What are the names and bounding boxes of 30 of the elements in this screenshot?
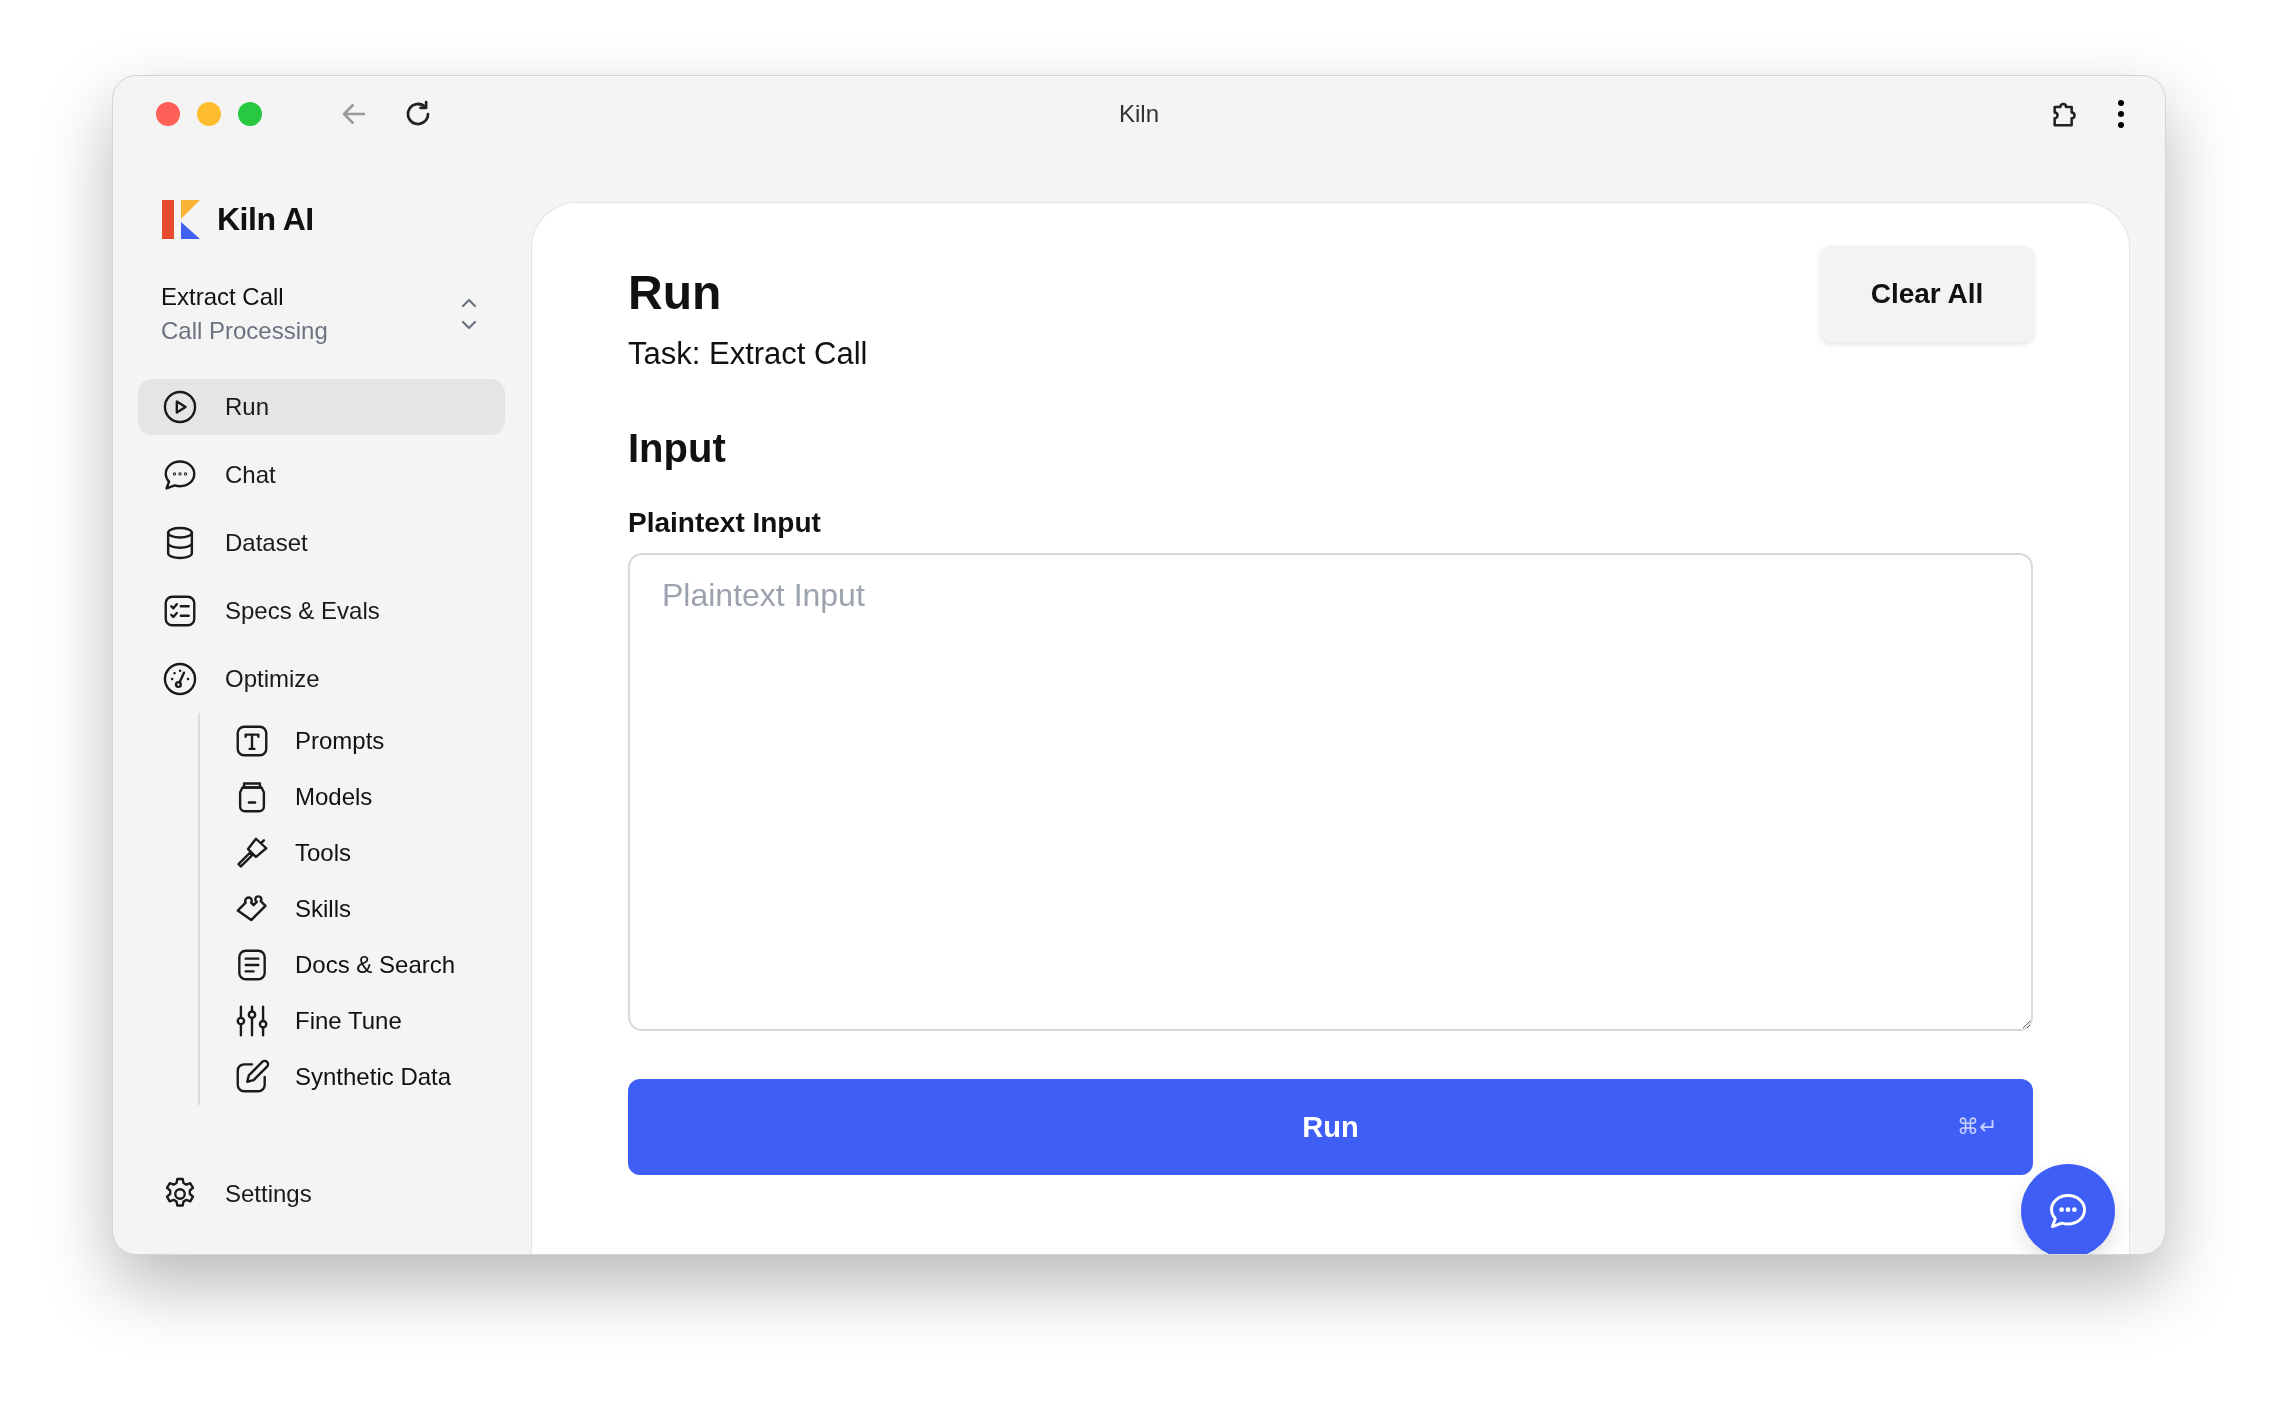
close-button[interactable]: [156, 102, 180, 126]
app-name: Kiln AI: [217, 200, 314, 238]
input-field[interactable]: Plaintext Input: [628, 553, 2033, 1031]
menu-icon[interactable]: [2117, 99, 2125, 129]
nav-item[interactable]: Specs & Evals: [138, 583, 505, 639]
nav-item[interactable]: Settings: [138, 1166, 505, 1222]
run-button[interactable]: Run ⌘↵: [628, 1079, 2033, 1175]
nav-subitem[interactable]: Models: [225, 769, 505, 825]
nav-subitem[interactable]: Tools: [225, 825, 505, 881]
nav-subitem[interactable]: Docs & Search: [225, 937, 505, 993]
page-title: Run: [628, 265, 723, 320]
nav-item[interactable]: Dataset: [138, 515, 505, 571]
window-title: Kiln: [1119, 100, 1159, 127]
shortcut-hint: ⌘↵: [1957, 1114, 1997, 1140]
field-label: Plaintext Input: [628, 507, 821, 539]
nav-subitem[interactable]: Fine Tune: [225, 993, 505, 1049]
nav-subitem[interactable]: Synthetic Data: [225, 1049, 505, 1105]
clear-all-button[interactable]: Clear All: [1821, 246, 2033, 342]
project-subtitle: Call Processing: [161, 317, 329, 345]
gauge-icon: [161, 660, 199, 698]
nav-subitem[interactable]: Skills: [225, 881, 505, 937]
project-name: Extract Call: [161, 283, 285, 311]
nav-item[interactable]: Run: [138, 379, 505, 435]
nav-item[interactable]: Chat: [138, 447, 505, 503]
section-title: Input: [628, 426, 727, 471]
play-icon: [161, 388, 199, 426]
nav-item[interactable]: Optimize: [138, 651, 505, 707]
task-name: Task: Extract Call: [628, 336, 868, 372]
logo-icon: [161, 199, 201, 239]
nav-subitem[interactable]: Prompts: [225, 713, 505, 769]
